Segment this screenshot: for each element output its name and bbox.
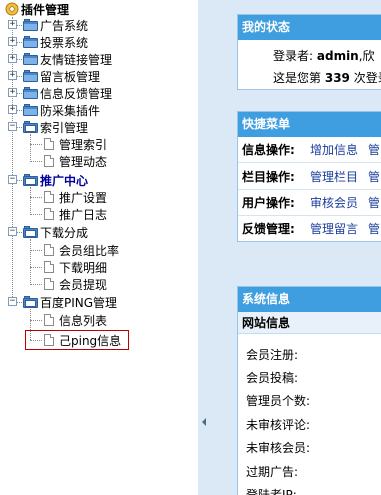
visit-line: 这是您第 339 次登录 [273,69,381,86]
feedback-more-link[interactable]: 管 [368,216,380,242]
tree-item-label: 防采集插件 [40,104,101,118]
tree-item-label: 投票系统 [40,36,89,50]
system-info-box: 系统信息 网站信息 会员注册: 会员投稿: 管理员个数: 未审核评论: 未审核会… [237,286,381,495]
login-prefix: 登录者: [273,49,314,63]
tree-item-label: 索引管理 [40,121,89,135]
expand-icon[interactable]: + [8,20,17,29]
login-line: 登录者: admin,欣 [273,47,375,64]
sysinfo-row: 会员投稿: [246,371,299,385]
folder-icon [23,19,38,31]
folder-icon [23,70,38,82]
login-suffix: ,欣 [358,49,375,63]
expand-icon[interactable]: + [8,105,17,114]
document-icon [44,244,54,256]
folder-open-icon [23,226,38,238]
expand-icon[interactable]: + [8,71,17,80]
folder-open-icon [23,121,38,133]
sysinfo-row: 管理员个数: [246,394,311,408]
tree-subitem-label: 推广设置 [59,191,108,205]
sysinfo-row: 登陆者IP: [246,488,297,495]
system-info-title: 系统信息 [238,287,381,312]
document-icon [44,191,54,203]
tree-item-label: 广告系统 [40,19,89,33]
collapse-icon[interactable]: − [8,175,17,184]
quick-menu-box: 快捷菜单 信息操作: 增加信息 管 栏目操作: 管理栏目 管 用户操作: 审核会… [237,111,381,242]
document-icon [44,334,54,346]
document-icon [44,314,54,326]
manage-info-link[interactable]: 管 [368,137,380,163]
tree-subitem-label: 下载明细 [59,261,108,275]
quick-row-user: 用户操作: 审核会员 管 [238,190,381,216]
quick-row-feedback: 反馈管理: 管理留言 管 [238,216,381,242]
plugin-root-icon [5,2,19,16]
quick-row-label: 反馈管理: [242,222,295,236]
quick-row-label: 栏目操作: [242,170,295,184]
tree-root-label: 插件管理 [21,2,70,17]
review-member-link[interactable]: 审核会员 [310,190,358,216]
collapse-left-arrow-icon[interactable] [202,418,206,426]
tree-root[interactable]: 插件管理 [5,1,69,17]
sysinfo-row: 会员注册: [246,348,299,362]
tree-subitem-label: 己ping信息 [59,334,122,348]
column-more-link[interactable]: 管 [368,164,380,190]
quick-row-info: 信息操作: 增加信息 管 [238,137,381,163]
folder-icon [23,53,38,65]
tree-subitem-label: 会员提现 [59,278,108,292]
quick-row-column: 栏目操作: 管理栏目 管 [238,164,381,190]
tree-item-label: 信息反馈管理 [40,87,113,101]
collapse-icon[interactable]: − [8,227,17,236]
folder-icon [23,36,38,48]
manage-member-link[interactable]: 管 [368,190,380,216]
sysinfo-row: 未审核会员: [246,441,311,455]
tree-item-label: 留言板管理 [40,70,101,84]
folder-open-icon [23,174,38,186]
folder-icon [23,104,38,116]
document-icon [44,261,54,273]
collapse-icon[interactable]: − [8,297,17,306]
frame-splitter[interactable] [198,0,211,495]
expand-icon[interactable]: + [8,54,17,63]
expand-icon[interactable]: + [8,88,17,97]
tree-item-label: 推广中心 [40,174,89,188]
visit-prefix: 这是您第 [273,71,322,85]
add-info-link[interactable]: 增加信息 [310,137,358,163]
manage-column-link[interactable]: 管理栏目 [310,164,358,190]
manage-guestbook-link[interactable]: 管理留言 [310,216,358,242]
collapse-icon[interactable]: − [8,122,17,131]
document-icon [44,138,54,150]
quick-row-label: 用户操作: [242,196,295,210]
tree-subitem-label: 推广日志 [59,208,108,222]
tree-item-label: 百度PING管理 [40,296,118,310]
login-user: admin [316,49,359,63]
tree-subitem-label: 管理索引 [59,138,108,152]
quick-menu-title: 快捷菜单 [238,112,381,137]
sysinfo-row: 未审核评论: [246,418,311,432]
visit-suffix: 次登录 [353,71,381,85]
quick-row-label: 信息操作: [242,143,295,157]
sysinfo-row: 过期广告: [246,465,299,479]
folder-open-icon [23,296,38,308]
plugin-tree: 插件管理 + 广告系统 + 投票系统 + 友情链接管理 + 留言板管理 + 信息… [0,0,198,495]
document-icon [44,278,54,290]
tree-subitem-label: 管理动态 [59,155,108,169]
document-icon [44,155,54,167]
visit-count: 339 [324,71,350,85]
tree-item-label: 友情链接管理 [40,53,113,67]
site-info-subtitle: 网站信息 [238,312,381,334]
status-box-title: 我的状态 [238,15,381,40]
tree-subitem-label: 信息列表 [59,314,108,328]
folder-icon [23,87,38,99]
tree-item-label: 下载分成 [40,226,89,240]
expand-icon[interactable]: + [8,37,17,46]
tree-subitem-label: 会员组比率 [59,244,120,258]
document-icon [44,208,54,220]
status-box: 我的状态 登录者: admin,欣 这是您第 339 次登录 [237,14,381,90]
main-panel: 我的状态 登录者: admin,欣 这是您第 339 次登录 快捷菜单 信息操作… [211,0,381,495]
